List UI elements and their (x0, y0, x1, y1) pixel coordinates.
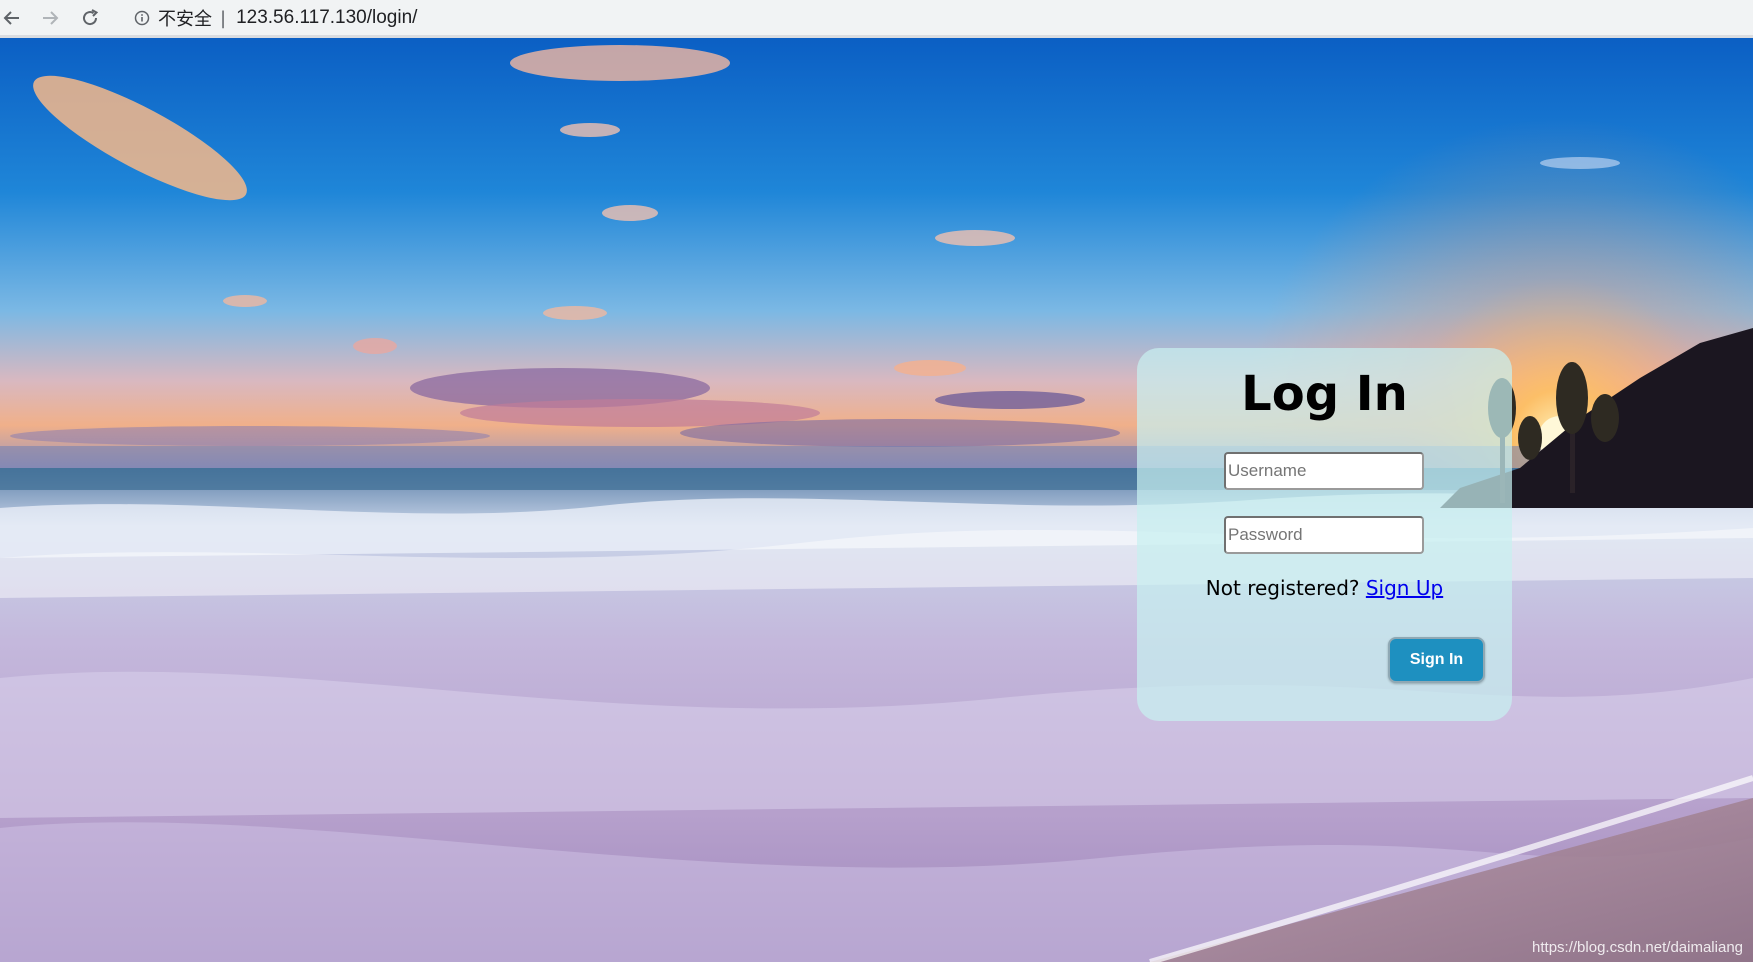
not-registered-text: Not registered? (1205, 576, 1366, 600)
forward-button[interactable] (38, 6, 62, 30)
username-input[interactable] (1224, 452, 1424, 490)
arrow-right-icon (43, 11, 59, 25)
signup-prompt: Not registered? Sign Up (1137, 576, 1512, 600)
arrow-left-icon (3, 11, 19, 25)
reload-icon (83, 9, 99, 26)
password-input[interactable] (1224, 516, 1424, 554)
page-viewport: Log In Not registered? Sign Up Sign In h… (0, 38, 1753, 962)
signup-link[interactable]: Sign Up (1366, 576, 1443, 600)
browser-toolbar: 不安全 | 123.56.117.130/login/ (0, 0, 1753, 38)
url-separator: | (220, 7, 227, 29)
url-text[interactable]: 123.56.117.130/login/ (236, 7, 417, 29)
security-label: 不安全 (158, 9, 212, 30)
back-button[interactable] (0, 6, 24, 30)
address-bar[interactable]: 不安全 | 123.56.117.130/login/ (118, 3, 1738, 33)
info-icon[interactable] (134, 10, 150, 26)
watermark-text: https://blog.csdn.net/daimaliang (1532, 939, 1743, 956)
signin-button[interactable]: Sign In (1388, 637, 1485, 683)
reload-button[interactable] (78, 6, 102, 30)
login-title: Log In (1241, 366, 1408, 422)
login-card: Log In Not registered? Sign Up Sign In (1137, 348, 1512, 721)
